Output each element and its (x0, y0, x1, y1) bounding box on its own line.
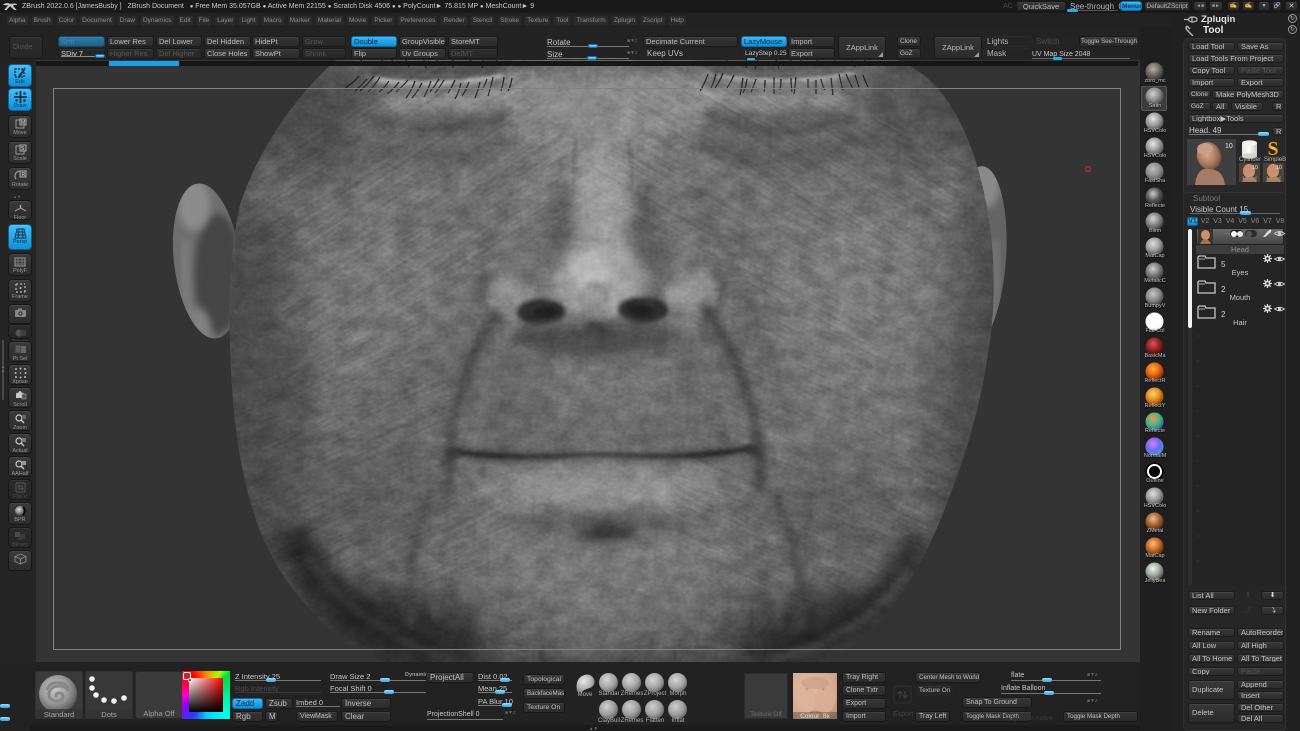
svg-text:Head: Head (1201, 175, 1220, 184)
svg-text:R: R (21, 172, 25, 178)
svg-text:10: 10 (1276, 165, 1282, 171)
svg-text:Head: Head (1266, 177, 1280, 183)
svg-text:Head: Head (1242, 177, 1256, 183)
svg-text:Standard: Standard (44, 710, 74, 719)
svg-text:Dots: Dots (101, 710, 117, 719)
svg-text:Colour_8k: Colour_8k (800, 713, 830, 719)
svg-text:10: 10 (1225, 143, 1233, 150)
svg-text:S: S (1267, 138, 1278, 158)
svg-text:M: M (21, 120, 25, 126)
svg-text:10: 10 (1252, 165, 1258, 171)
